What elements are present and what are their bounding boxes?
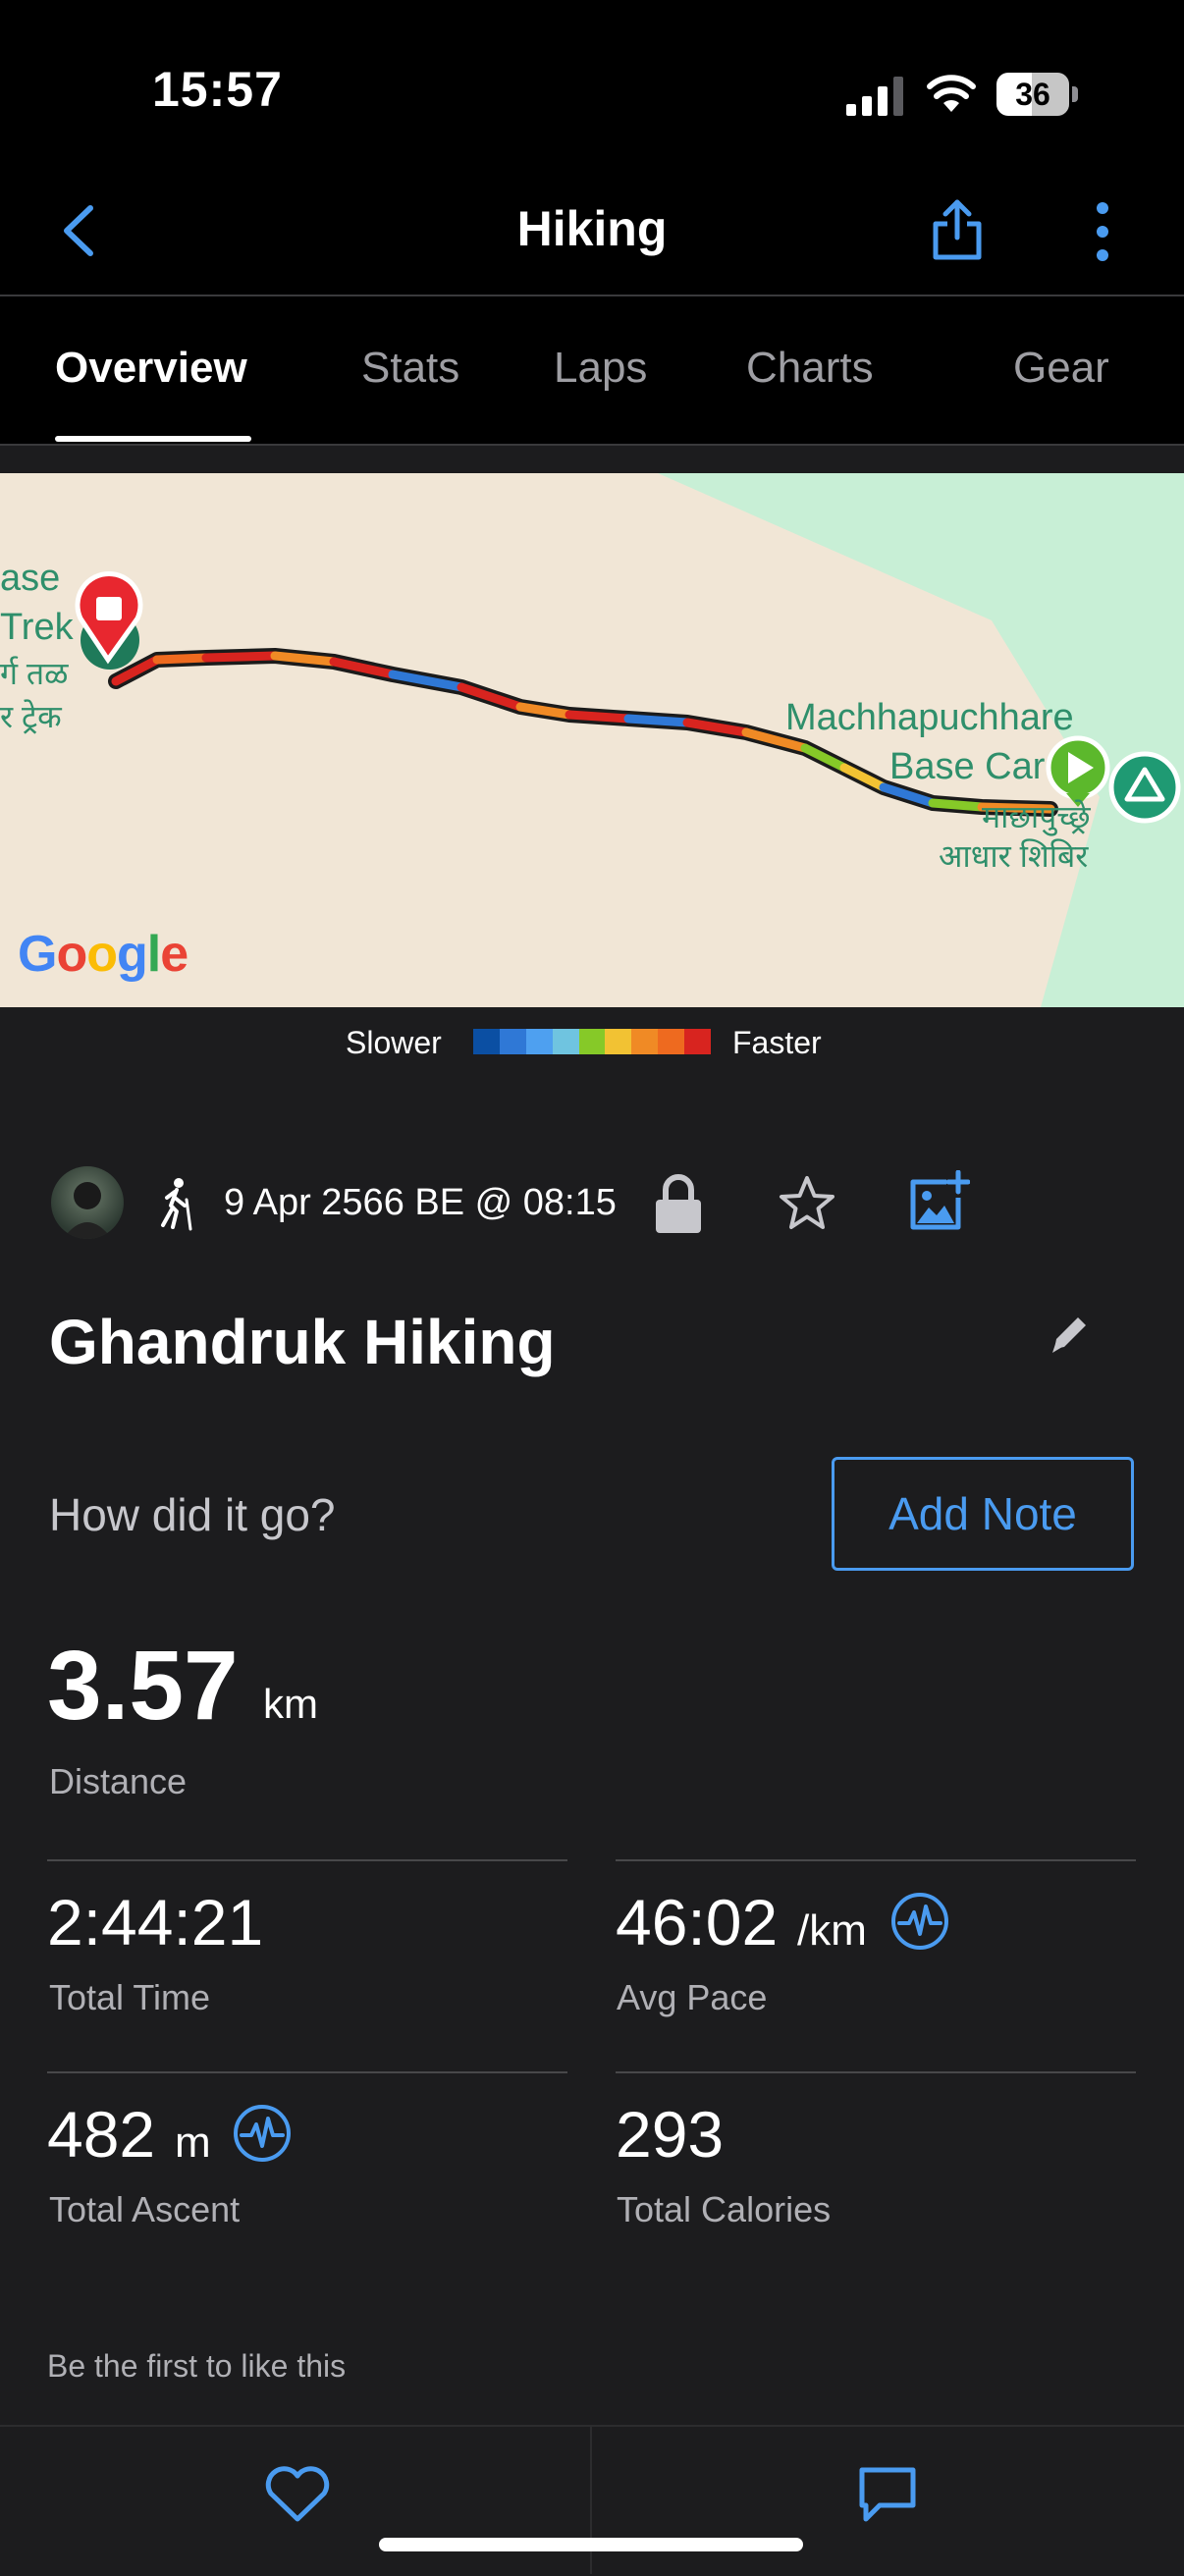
legend-color-scale xyxy=(473,1029,712,1054)
add-photo-icon[interactable] xyxy=(907,1170,970,1233)
tab-overview[interactable]: Overview xyxy=(55,344,247,393)
comment-icon[interactable] xyxy=(856,2462,919,2525)
legend-color-swatch xyxy=(631,1029,659,1054)
route-segment xyxy=(928,798,987,812)
route-segment xyxy=(152,653,211,665)
total-time-label: Total Time xyxy=(49,1977,211,2017)
legend-color-swatch xyxy=(658,1029,685,1054)
map-label: र्ग तळ xyxy=(0,656,69,691)
total-calories-value: 293 xyxy=(616,2098,725,2171)
legend-color-swatch xyxy=(684,1029,712,1054)
more-options-icon[interactable] xyxy=(1080,200,1125,263)
note-prompt: How did it go? xyxy=(49,1489,336,1540)
heart-like-icon[interactable] xyxy=(263,2464,332,2525)
legend-faster-label: Faster xyxy=(732,1025,822,1060)
total-calories-label: Total Calories xyxy=(617,2189,832,2229)
map-green-area xyxy=(658,473,1184,1007)
legend-color-swatch xyxy=(473,1029,500,1054)
legend-color-swatch xyxy=(605,1029,632,1054)
home-indicator xyxy=(379,2538,803,2551)
legend-slower-label: Slower xyxy=(346,1025,442,1060)
total-ascent-label: Total Ascent xyxy=(49,2189,241,2229)
legend-color-swatch xyxy=(552,1029,579,1054)
route-segment xyxy=(201,651,280,663)
avg-pace-label: Avg Pace xyxy=(617,1977,768,2017)
performance-pulse-icon[interactable] xyxy=(232,2103,293,2164)
google-logo: Google xyxy=(18,926,188,983)
map-label: Trek xyxy=(0,607,74,648)
activity-name: Ghandruk Hiking xyxy=(49,1307,556,1377)
map-label: आधार शिबिर xyxy=(939,838,1089,874)
map-label: Base Car xyxy=(889,746,1046,787)
divider xyxy=(0,444,1184,446)
avatar[interactable] xyxy=(51,1166,124,1239)
map-label: Machhapuchhare xyxy=(785,697,1074,738)
lock-icon[interactable] xyxy=(652,1172,705,1235)
tab-stats[interactable]: Stats xyxy=(361,344,459,393)
avg-pace-unit: /km xyxy=(797,1906,867,1955)
status-time: 15:57 xyxy=(152,62,283,117)
battery-level: 36 xyxy=(1015,77,1050,112)
route-segment xyxy=(388,670,466,692)
tab-charts[interactable]: Charts xyxy=(746,344,874,393)
hiking-icon xyxy=(161,1178,192,1231)
total-ascent-unit: m xyxy=(175,2119,211,2167)
avg-pace-value: 46:02 xyxy=(616,1886,779,1959)
distance-label: Distance xyxy=(49,1761,188,1801)
total-time-value: 2:44:21 xyxy=(47,1886,264,1959)
end-marker-icon xyxy=(75,570,143,670)
tab-gear[interactable]: Gear xyxy=(1013,344,1109,393)
share-icon[interactable] xyxy=(928,194,987,263)
cellular-signal-icon xyxy=(846,77,903,116)
campsite-icon xyxy=(1108,751,1181,824)
total-ascent-value: 482 xyxy=(47,2098,156,2171)
divider xyxy=(616,1859,1136,1861)
activity-date: 9 Apr 2566 BE @ 08:15 xyxy=(224,1182,617,1223)
tab-laps[interactable]: Laps xyxy=(554,344,647,393)
legend-color-swatch xyxy=(499,1029,526,1054)
map-label: र ट्रेक xyxy=(0,699,62,734)
route-segment xyxy=(623,714,692,727)
divider xyxy=(47,2071,567,2073)
map-label: माछापुच्छ्रे xyxy=(982,799,1091,834)
route-map[interactable]: ase Trek र्ग तळ र ट्रेक Machhapuchhare B… xyxy=(0,473,1184,1007)
route-segment xyxy=(270,651,339,667)
route-segment xyxy=(565,710,633,724)
distance-value: 3.57 xyxy=(47,1631,239,1741)
page-title: Hiking xyxy=(516,201,668,256)
tab-active-indicator xyxy=(55,436,251,442)
divider xyxy=(590,2427,592,2574)
map-label: ase xyxy=(0,558,61,599)
distance-unit: km xyxy=(263,1681,318,1727)
tab-bar: Overview Stats Laps Charts Gear xyxy=(0,296,1184,446)
divider xyxy=(616,2071,1136,2073)
star-icon[interactable] xyxy=(776,1172,838,1235)
legend-color-swatch xyxy=(578,1029,606,1054)
likes-text: Be the first to like this xyxy=(47,2348,347,2384)
edit-pencil-icon[interactable] xyxy=(1047,1310,1094,1357)
performance-pulse-icon[interactable] xyxy=(889,1891,950,1952)
pace-legend: Slower Faster xyxy=(0,1007,1184,1080)
battery-indicator: 36 xyxy=(996,73,1079,116)
legend-color-swatch xyxy=(525,1029,553,1054)
wifi-icon xyxy=(927,75,976,112)
route-segment xyxy=(329,657,398,679)
divider xyxy=(47,1859,567,1861)
bottom-action-bar xyxy=(0,2425,1184,2576)
add-note-button[interactable]: Add Note xyxy=(832,1457,1134,1571)
